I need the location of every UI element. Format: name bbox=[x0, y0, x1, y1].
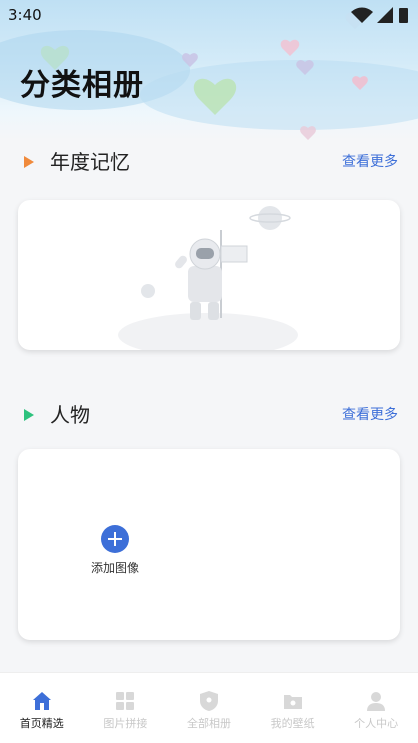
wifi-icon bbox=[351, 7, 373, 23]
tab-my-wallpapers[interactable]: 我的壁纸 bbox=[251, 673, 335, 743]
add-image-button[interactable]: 添加图像 bbox=[91, 525, 139, 576]
status-bar: 3:40 bbox=[0, 0, 418, 30]
tab-profile[interactable]: 个人中心 bbox=[334, 673, 418, 743]
tab-label: 首页精选 bbox=[19, 717, 64, 730]
tab-label: 个人中心 bbox=[354, 717, 399, 730]
battery-icon bbox=[399, 8, 408, 23]
tab-all-albums[interactable]: 全部相册 bbox=[167, 673, 251, 743]
tab-label: 我的壁纸 bbox=[270, 717, 315, 730]
folder-icon bbox=[283, 695, 302, 709]
status-time: 3:40 bbox=[8, 6, 42, 24]
play-arrow-icon bbox=[24, 156, 34, 168]
shield-icon bbox=[199, 691, 218, 711]
view-more-link[interactable]: 查看更多 bbox=[342, 147, 398, 177]
home-icon bbox=[32, 692, 51, 710]
section-header-people: 人物 查看更多 bbox=[0, 400, 418, 430]
section-title: 人物 bbox=[50, 403, 90, 427]
page-title: 分类相册 bbox=[20, 68, 144, 103]
play-arrow-icon bbox=[24, 409, 34, 421]
status-icons bbox=[351, 7, 408, 23]
tab-image-stitch[interactable]: 图片拼接 bbox=[84, 673, 168, 743]
annual-memory-card[interactable] bbox=[18, 200, 400, 357]
tab-home[interactable]: 首页精选 bbox=[0, 673, 84, 743]
section-title: 年度记忆 bbox=[50, 150, 130, 174]
astronaut-empty-illustration bbox=[118, 206, 298, 357]
add-image-label: 添加图像 bbox=[91, 561, 140, 575]
signal-icon bbox=[377, 7, 393, 23]
plus-icon bbox=[101, 525, 129, 553]
tab-label: 图片拼接 bbox=[103, 717, 148, 730]
people-card: 添加图像 bbox=[18, 449, 400, 640]
section-header-annual-memory: 年度记忆 查看更多 bbox=[0, 147, 418, 177]
view-more-link[interactable]: 查看更多 bbox=[342, 400, 398, 430]
grid-icon bbox=[116, 692, 135, 710]
tab-label: 全部相册 bbox=[186, 717, 231, 730]
person-icon bbox=[367, 692, 386, 711]
bottom-tab-bar: 首页精选 图片拼接 全部相册 我的壁纸 个人中心 bbox=[0, 672, 418, 743]
